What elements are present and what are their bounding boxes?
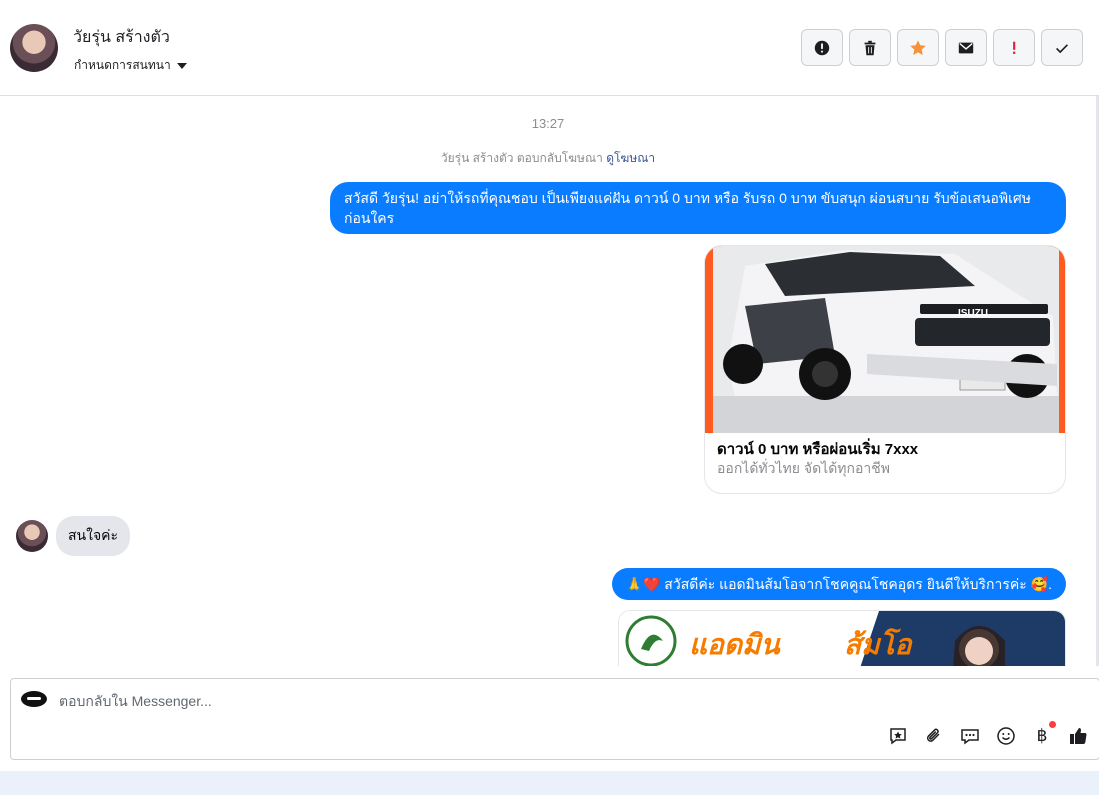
outgoing-message: สวัสดี วัยรุ่น! อย่าให้รถที่คุณชอบ เป็นเ… xyxy=(330,182,1066,234)
ad-reply-text: วัยรุ่น สร้างตัว ตอบกลับโฆษณา xyxy=(440,151,603,165)
trash-icon xyxy=(864,40,876,55)
composer-toolbar: ฿ xyxy=(887,721,1089,747)
attachment-icon xyxy=(926,728,940,742)
admin-promo-image: แอดมิน ส้มโอ xyxy=(618,610,1066,666)
chat-bubbles-icon xyxy=(961,729,979,745)
saved-reply-button[interactable] xyxy=(887,725,909,747)
payment-button[interactable]: ฿ xyxy=(1031,721,1056,747)
ad-reply-notice: วัยรุ่น สร้างตัว ตอบกลับโฆษณา ดูโฆษณา xyxy=(0,149,1096,168)
contact-avatar[interactable] xyxy=(10,24,58,72)
promo-text-2: ส้มโอ xyxy=(844,628,912,661)
check-icon xyxy=(1056,43,1068,53)
incoming-message: สนใจค่ะ xyxy=(56,516,131,556)
message-timestamp: 13:27 xyxy=(531,116,565,131)
header-toolbar xyxy=(801,29,1083,66)
mark-unread-button[interactable] xyxy=(945,29,987,66)
svg-text:ISUZU: ISUZU xyxy=(958,308,988,319)
view-ad-link[interactable]: ดูโฆษณา xyxy=(606,151,655,165)
like-button[interactable] xyxy=(1067,725,1089,747)
sender-avatar xyxy=(16,520,48,552)
assign-conversation-dropdown[interactable]: กำหนดการสนทนา xyxy=(74,56,187,75)
conversation-header: วัยรุ่น สร้างตัว กำหนดการสนทนา xyxy=(0,0,1099,96)
mark-spam-button[interactable] xyxy=(801,29,843,66)
reply-composer: ฿ xyxy=(10,678,1099,760)
saved-reply-icon xyxy=(890,728,906,745)
exclamation-icon xyxy=(1013,41,1016,54)
mark-done-button[interactable] xyxy=(1041,29,1083,66)
assign-label: กำหนดการสนทนา xyxy=(74,58,171,72)
caret-down-icon xyxy=(176,62,187,69)
baht-icon: ฿ xyxy=(1036,726,1048,746)
notification-dot xyxy=(1049,721,1056,728)
star-button[interactable] xyxy=(897,29,939,66)
follow-up-button[interactable] xyxy=(993,29,1035,66)
pickup-truck-image: ISUZU xyxy=(705,246,1065,433)
quick-replies-button[interactable] xyxy=(959,725,981,747)
car-image: ISUZU xyxy=(705,246,1065,433)
promo-text-1: แอดมิน xyxy=(689,628,780,661)
footer-strip xyxy=(0,771,1099,795)
envelope-icon xyxy=(958,42,974,53)
ad-card-subtitle: ออกได้ทั่วไทย จัดได้ทุกอาชีพ xyxy=(717,460,891,476)
promo-banner xyxy=(619,611,1065,666)
emoji-button[interactable] xyxy=(995,725,1017,747)
reply-input[interactable] xyxy=(59,693,559,709)
outgoing-message: 🙏❤️ สวัสดีค่ะ แอดมินส้มโอจากโชคคูณโชคอุด… xyxy=(611,568,1066,600)
star-icon xyxy=(910,39,926,55)
emoji-icon xyxy=(997,727,1015,745)
alert-circle-icon xyxy=(814,40,830,55)
contact-name[interactable]: วัยรุ่น สร้างตัว xyxy=(73,25,170,50)
message-thread[interactable]: 13:27 วัยรุ่น สร้างตัว ตอบกลับโฆษณา ดูโฆ… xyxy=(0,96,1096,666)
attach-button[interactable] xyxy=(923,725,945,747)
like-icon xyxy=(1070,728,1087,745)
page-logo xyxy=(21,691,47,707)
delete-button[interactable] xyxy=(849,29,891,66)
ad-card[interactable]: ISUZU ดาวน์ 0 บาท หรือผ่อนเริ่ม 7xxx ออก… xyxy=(704,245,1066,494)
